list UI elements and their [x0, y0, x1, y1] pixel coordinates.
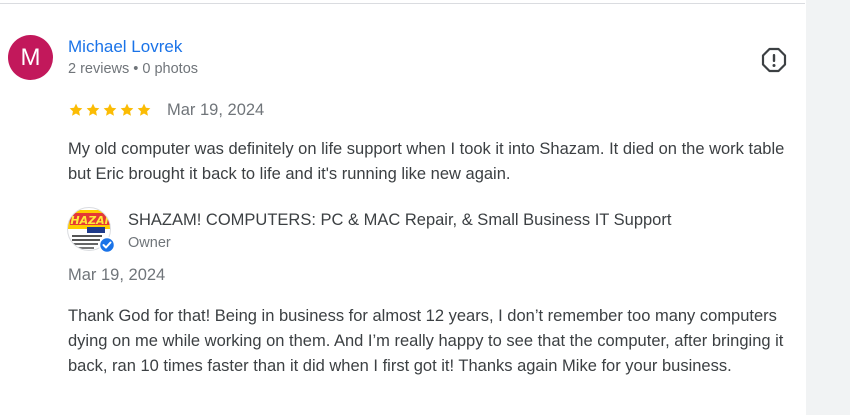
review-date: Mar 19, 2024 [167, 100, 265, 119]
owner-logo[interactable]: SHAZAM [67, 207, 116, 254]
rating-row: Mar 19, 2024 [68, 99, 264, 121]
verified-badge-icon [98, 236, 116, 254]
star-icon [103, 103, 117, 116]
owner-response-date: Mar 19, 2024 [68, 266, 166, 284]
avatar[interactable]: M [8, 35, 53, 80]
star-icon [86, 103, 100, 116]
avatar-initial: M [20, 44, 41, 71]
owner-role: Owner [128, 235, 171, 251]
top-divider [0, 3, 805, 4]
star-rating [68, 102, 152, 118]
shazam-logo-icon: SHAZAM [67, 207, 116, 254]
reviewer-name-link[interactable]: Michael Lovrek [68, 37, 182, 57]
reviewer-meta: 2 reviews • 0 photos [68, 61, 199, 77]
scroll-gutter [806, 0, 850, 415]
owner-business-name[interactable]: SHAZAM! COMPUTERS: PC & MAC Repair, & Sm… [128, 211, 671, 230]
logo-wordmark: SHAZAM [67, 214, 114, 227]
review-text: My old computer was definitely on life s… [68, 140, 785, 183]
report-flag-icon [761, 47, 787, 73]
report-review-button[interactable] [761, 47, 787, 73]
star-icon [120, 103, 134, 116]
star-icon [137, 103, 151, 116]
star-icon [69, 103, 83, 116]
owner-response-text: Thank God for that! Being in business fo… [68, 307, 784, 375]
